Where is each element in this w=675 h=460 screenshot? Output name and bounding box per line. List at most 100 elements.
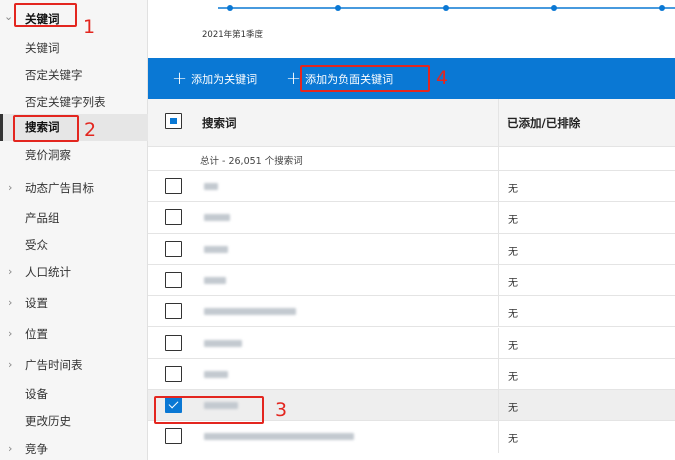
row-status: 无 [508, 340, 518, 352]
sidebar-item-label: 搜索词 [25, 120, 60, 134]
row-checkbox[interactable] [165, 334, 182, 351]
sidebar-item-label: 产品组 [25, 211, 60, 225]
column-header-added-excluded: 已添加/已排除 [507, 116, 581, 130]
table-row[interactable]: 无 [148, 202, 675, 234]
row-checkbox[interactable] [165, 240, 182, 257]
row-checkbox[interactable] [165, 271, 182, 288]
redacted-search-term [204, 245, 228, 253]
sidebar-item-ad-schedule[interactable]: › 广告时间表 [0, 352, 148, 378]
row-checkbox[interactable] [165, 209, 182, 226]
row-status: 无 [508, 403, 518, 415]
sidebar-item-keywords[interactable]: 关键词 [0, 35, 148, 61]
data-point [659, 5, 665, 11]
column-header-search-term: 搜索词 [202, 116, 237, 130]
row-checkbox[interactable] [165, 303, 182, 320]
sidebar: ⌄ 关键词 关键词 否定关键字 否定关键字列表 搜索词 竞价洞察 › 动态广告目… [0, 0, 148, 460]
sidebar-item-change-history[interactable]: 更改历史 [0, 408, 148, 434]
redacted-search-term [204, 433, 354, 441]
trend-line-chart [218, 5, 675, 11]
quarter-label: 2021年第1季度 [202, 30, 264, 40]
chevron-down-icon: ⌄ [4, 10, 14, 23]
table-row[interactable]: 无 [148, 264, 675, 297]
table-row[interactable]: 无 [148, 233, 675, 265]
sidebar-item-label: 竞价洞察 [25, 148, 71, 162]
row-status: 无 [508, 184, 518, 195]
sidebar-item-label: 设备 [25, 387, 48, 401]
table-row[interactable]: 无 [148, 296, 675, 328]
toolbar: + 添加为关键词 + 添加为负面关键词 [148, 58, 675, 99]
redacted-search-term [204, 214, 230, 222]
sidebar-item-devices[interactable]: 设备 [0, 381, 148, 407]
sidebar-item-label: 否定关键字列表 [25, 95, 106, 109]
redacted-search-term [204, 339, 242, 347]
select-all-checkbox[interactable] [165, 113, 182, 129]
sidebar-item-locations[interactable]: › 位置 [0, 321, 148, 347]
sidebar-item-label: 人口统计 [25, 265, 71, 279]
sidebar-item-label: 动态广告目标 [25, 181, 94, 195]
sidebar-item-auction-insights[interactable]: 竞价洞察 [0, 142, 148, 168]
add-as-negative-keyword-button[interactable]: + 添加为负面关键词 [286, 70, 393, 88]
header-search-term-cell[interactable]: 搜索词 [190, 99, 498, 146]
sidebar-item-label: 竞争 [25, 442, 48, 456]
plus-icon: + [172, 68, 188, 89]
redacted-search-term [204, 276, 226, 284]
row-checkbox[interactable] [165, 428, 182, 445]
sidebar-item-label: 位置 [25, 327, 48, 341]
sidebar-item-negative-keyword-lists[interactable]: 否定关键字列表 [0, 89, 148, 115]
table-row[interactable]: 无 [148, 171, 675, 203]
table-total-row: 总计 - 26,051 个搜索词 [148, 147, 675, 171]
header-checkbox-cell [148, 99, 190, 146]
add-as-negative-keyword-label: 添加为负面关键词 [305, 73, 394, 86]
row-checkbox[interactable] [165, 365, 182, 382]
row-checkbox[interactable] [165, 178, 182, 194]
table-row[interactable]: 无 [148, 421, 675, 453]
row-checkbox-checked[interactable] [165, 397, 182, 414]
add-as-keyword-label: 添加为关键词 [191, 73, 258, 86]
chevron-right-icon: › [8, 442, 13, 455]
total-count: 总计 - 26,051 个搜索词 [200, 156, 303, 167]
data-point [227, 5, 233, 11]
sidebar-item-competition[interactable]: › 竞争 [0, 436, 148, 460]
data-point [551, 5, 557, 11]
chevron-right-icon: › [8, 327, 13, 340]
sidebar-item-negative-keywords[interactable]: 否定关键字 [0, 62, 148, 88]
sidebar-item-dynamic-ad-targets[interactable]: › 动态广告目标 [0, 175, 148, 201]
add-as-keyword-button[interactable]: + 添加为关键词 [172, 70, 257, 88]
search-terms-table: 搜索词 已添加/已排除 总计 - 26,051 个搜索词 无 无 无 无 无 无 [148, 99, 675, 460]
redacted-search-term [204, 183, 218, 190]
row-status: 无 [508, 434, 518, 446]
table-row-selected[interactable]: 无 [148, 390, 675, 422]
total-row-status-cell [498, 147, 675, 170]
sidebar-item-label: 更改历史 [25, 414, 71, 428]
sidebar-item-label: 关键词 [25, 41, 60, 55]
plus-icon: + [286, 68, 302, 89]
redacted-search-term [204, 308, 296, 316]
sidebar-item-label: 广告时间表 [25, 358, 83, 372]
sidebar-item-audiences[interactable]: 受众 [0, 232, 148, 258]
table-header: 搜索词 已添加/已排除 [148, 99, 675, 147]
sidebar-item-demographics[interactable]: › 人口统计 [0, 259, 148, 285]
sidebar-item-label: 受众 [25, 238, 48, 252]
redacted-search-term [204, 370, 228, 378]
sidebar-item-label: 否定关键字 [25, 68, 83, 82]
chevron-right-icon: › [8, 181, 13, 194]
sidebar-item-label: 设置 [25, 296, 48, 310]
data-point [335, 5, 341, 11]
chevron-right-icon: › [8, 296, 13, 309]
sidebar-item-settings[interactable]: › 设置 [0, 290, 148, 316]
row-status: 无 [508, 246, 518, 258]
table-row[interactable]: 无 [148, 327, 675, 359]
sidebar-item-label: 关键词 [25, 12, 60, 26]
row-status: 无 [508, 371, 518, 383]
row-status: 无 [508, 277, 518, 289]
chevron-right-icon: › [8, 265, 13, 278]
header-added-excluded-cell[interactable]: 已添加/已排除 [498, 99, 675, 146]
sidebar-item-keywords-group[interactable]: ⌄ 关键词 [0, 6, 148, 32]
sidebar-item-search-terms[interactable]: 搜索词 [0, 114, 148, 141]
data-point [443, 5, 449, 11]
row-status: 无 [508, 309, 518, 321]
sidebar-item-product-groups[interactable]: 产品组 [0, 205, 148, 231]
row-status: 无 [508, 215, 518, 227]
chevron-right-icon: › [8, 358, 13, 371]
table-row[interactable]: 无 [148, 358, 675, 391]
